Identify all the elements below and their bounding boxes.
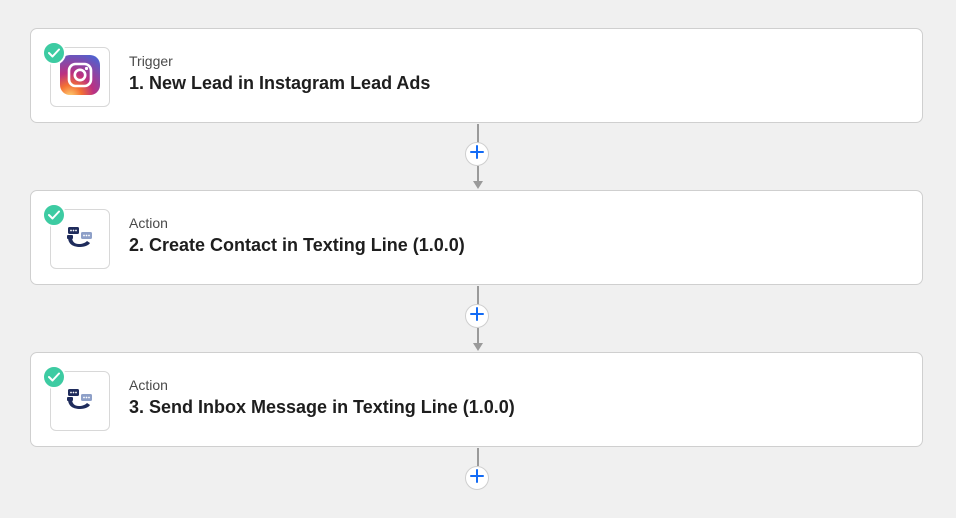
connector-line [477, 124, 479, 144]
add-step-button[interactable] [465, 142, 489, 166]
step-title: 1. New Lead in Instagram Lead Ads [129, 73, 431, 93]
step-kind-label: Action [129, 215, 168, 231]
check-icon [42, 203, 66, 227]
step-kind-label: Action [129, 377, 168, 393]
texting-line-icon [65, 225, 95, 254]
plus-icon [470, 468, 484, 488]
plus-icon [470, 306, 484, 326]
step-title: 2. Create Contact in Texting Line (1.0.0… [129, 235, 465, 255]
connector-line [477, 328, 479, 343]
check-icon [42, 41, 66, 65]
connector-line [477, 448, 479, 466]
add-step-button[interactable] [465, 304, 489, 328]
step-title: 3. Send Inbox Message in Texting Line (1… [129, 397, 515, 417]
plus-icon [470, 144, 484, 164]
step-card-1[interactable]: Trigger 1. New Lead in Instagram Lead Ad… [30, 28, 923, 123]
check-icon [42, 365, 66, 389]
add-step-button[interactable] [465, 466, 489, 490]
connector-line [477, 286, 479, 306]
texting-line-icon [65, 387, 95, 416]
arrow-down-icon [473, 181, 483, 189]
arrow-down-icon [473, 343, 483, 351]
step-card-3[interactable]: Action 3. Send Inbox Message in Texting … [30, 352, 923, 447]
connector-line [477, 166, 479, 181]
instagram-icon [60, 54, 100, 100]
step-card-2[interactable]: Action 2. Create Contact in Texting Line… [30, 190, 923, 285]
step-kind-label: Trigger [129, 53, 173, 69]
